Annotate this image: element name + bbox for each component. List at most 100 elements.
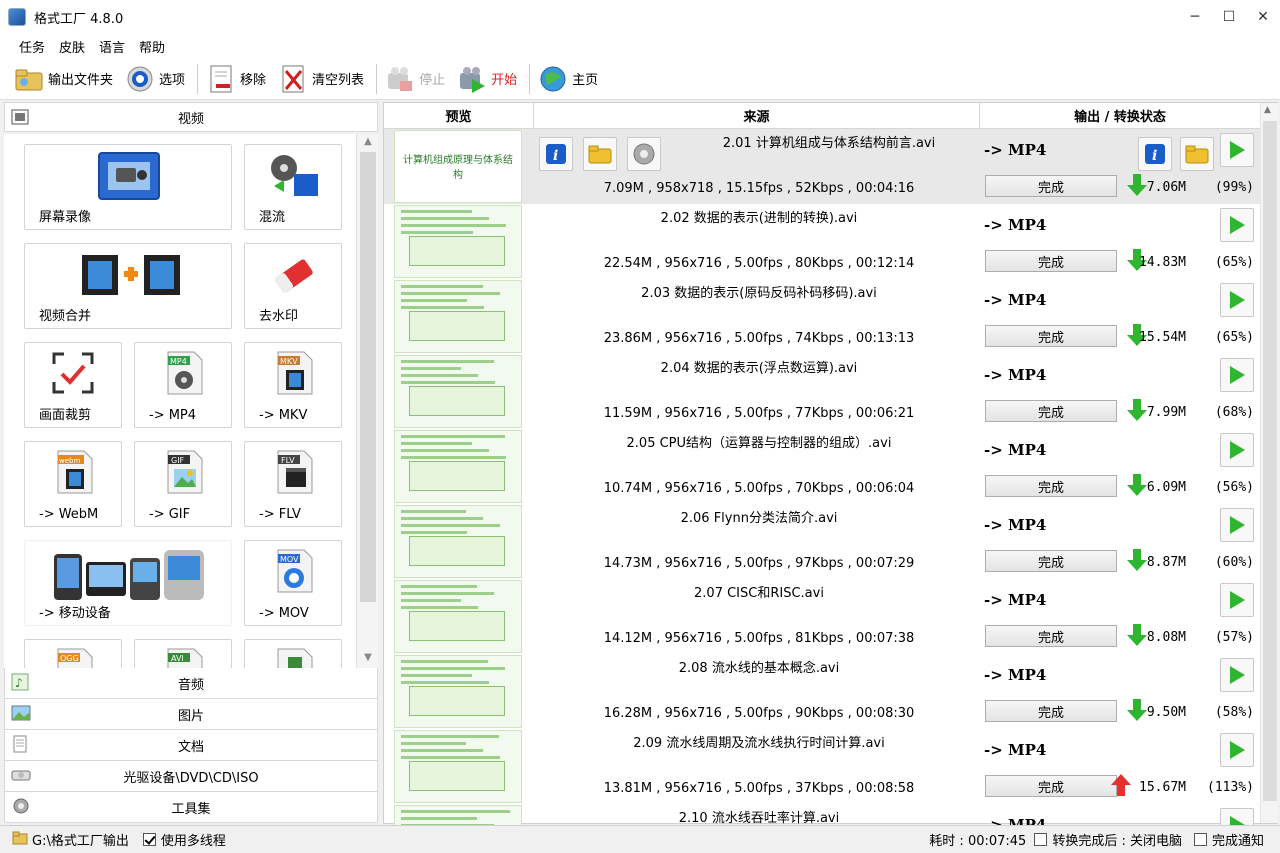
home-button[interactable]: 主页: [538, 61, 598, 97]
multithread-checkbox[interactable]: [142, 832, 161, 847]
notify-checkbox[interactable]: [1193, 832, 1212, 847]
scroll-up-arrow-icon[interactable]: ▲: [1264, 105, 1271, 115]
status-done-button[interactable]: 完成: [985, 400, 1117, 422]
scroll-up-arrow-icon[interactable]: ▲: [361, 136, 375, 150]
play-button[interactable]: [1220, 133, 1254, 167]
status-done-button[interactable]: 完成: [985, 625, 1117, 647]
tile-mobile-device[interactable]: -> 移动设备: [24, 540, 232, 626]
document-category-icon: [11, 735, 31, 755]
file-info-button[interactable]: i: [539, 137, 573, 171]
category-toolbox[interactable]: 工具集: [4, 792, 378, 823]
category-image[interactable]: 图片: [4, 699, 378, 730]
tile-to-avi[interactable]: AVI: [134, 639, 232, 668]
tile-screen-record[interactable]: 屏幕录像: [24, 144, 232, 230]
tile-to-flv[interactable]: FLV -> FLV: [244, 441, 342, 527]
play-button[interactable]: [1220, 358, 1254, 392]
size-decrease-arrow-icon: [1126, 548, 1148, 572]
output-size: 14.83M: [1139, 255, 1186, 270]
category-video-label: 视频: [177, 111, 204, 127]
output-format: -> MP4: [984, 516, 1047, 534]
compression-percent: (99%): [1214, 180, 1254, 195]
play-icon: [1230, 366, 1245, 384]
status-done-button[interactable]: 完成: [985, 250, 1117, 272]
task-row[interactable]: 2.09 流水线周期及流水线执行时间计算.avi 13.81M , 956x716…: [384, 729, 1260, 804]
task-row[interactable]: 2.04 数据的表示(浮点数运算).avi 11.59M , 956x716 , …: [384, 354, 1260, 429]
menu-help[interactable]: 帮助: [139, 37, 165, 56]
tile-to-gif[interactable]: GIF -> GIF: [134, 441, 232, 527]
play-button[interactable]: [1220, 508, 1254, 542]
play-button[interactable]: [1220, 658, 1254, 692]
tile-to-mov[interactable]: MOV -> MOV: [244, 540, 342, 626]
open-output-folder-button[interactable]: [1180, 137, 1214, 171]
compression-percent: (56%): [1214, 480, 1254, 495]
category-document[interactable]: 文档: [4, 730, 378, 761]
file-settings-button[interactable]: [627, 137, 661, 171]
menu-skin[interactable]: 皮肤: [59, 37, 85, 56]
task-row[interactable]: 2.10 流水线吞吐率计算.avi -> MP4: [384, 804, 1260, 825]
scroll-thumb[interactable]: [1263, 121, 1277, 801]
open-source-folder-button[interactable]: [583, 137, 617, 171]
info-icon: i: [546, 144, 566, 164]
folder-icon: [588, 145, 612, 164]
task-row[interactable]: 2.02 数据的表示(进制的转换).avi 22.54M , 956x716 , …: [384, 204, 1260, 279]
tile-partial-third[interactable]: [244, 639, 342, 668]
task-row[interactable]: 2.07 CISC和RISC.avi 14.12M , 956x716 , 5.0…: [384, 579, 1260, 654]
play-button[interactable]: [1220, 583, 1254, 617]
tile-to-mkv[interactable]: MKV -> MKV: [244, 342, 342, 428]
tile-mux[interactable]: 混流: [244, 144, 342, 230]
task-row[interactable]: 计算机组成原理与体系结构 i i 2.01 计算机组成与体系结构前言.avi 7.09M…: [384, 129, 1260, 204]
task-row[interactable]: 2.03 数据的表示(原码反码补码移码).avi 23.86M , 956x716…: [384, 279, 1260, 354]
category-optical-drive-label: 光驱设备\DVD\CD\ISO: [123, 770, 259, 786]
status-done-button[interactable]: 完成: [985, 325, 1117, 347]
play-button[interactable]: [1220, 433, 1254, 467]
stop-button[interactable]: 停止: [385, 61, 445, 97]
play-button[interactable]: [1220, 283, 1254, 317]
status-done-button[interactable]: 完成: [985, 175, 1117, 197]
size-decrease-arrow-icon: [1126, 173, 1148, 197]
tile-to-gif-label: -> GIF: [149, 507, 191, 522]
output-info-button[interactable]: i: [1138, 137, 1172, 171]
column-preview[interactable]: 预览: [384, 103, 534, 128]
maximize-button[interactable]: ☐: [1212, 0, 1246, 34]
remove-button[interactable]: 移除: [206, 61, 266, 97]
task-row[interactable]: 2.08 流水线的基本概念.avi 16.28M , 956x716 , 5.00…: [384, 654, 1260, 729]
minimize-button[interactable]: ─: [1178, 0, 1212, 34]
tools-scrollbar[interactable]: ▲ ▼: [356, 134, 378, 668]
options-button[interactable]: 选项: [125, 61, 185, 97]
play-button[interactable]: [1220, 733, 1254, 767]
task-list-scrollbar[interactable]: ▲: [1260, 103, 1278, 823]
tile-to-mp4[interactable]: MP4 -> MP4: [134, 342, 232, 428]
elapsed-time: 耗时 : 00:07:45: [929, 834, 1027, 849]
output-format: -> MP4: [984, 141, 1047, 159]
close-button[interactable]: ✕: [1246, 0, 1280, 34]
column-source[interactable]: 来源: [534, 103, 980, 128]
scroll-down-arrow-icon[interactable]: ▼: [361, 652, 375, 666]
output-folder-button[interactable]: 输出文件夹: [14, 61, 113, 97]
column-status[interactable]: 输出 / 转换状态: [980, 103, 1260, 128]
start-button[interactable]: 开始: [457, 61, 517, 97]
status-done-button[interactable]: 完成: [985, 550, 1117, 572]
tile-remove-watermark[interactable]: 去水印: [244, 243, 342, 329]
shutdown-checkbox[interactable]: [1034, 832, 1052, 847]
category-image-label: 图片: [177, 708, 204, 724]
tile-crop[interactable]: 画面裁剪: [24, 342, 122, 428]
tile-video-merge[interactable]: 视频合并: [24, 243, 232, 329]
tile-to-ogg[interactable]: OGG: [24, 639, 122, 668]
tile-to-webm[interactable]: webm -> WebM: [24, 441, 122, 527]
category-optical-drive[interactable]: 光驱设备\DVD\CD\ISO: [4, 761, 378, 792]
category-video[interactable]: 视频: [4, 102, 378, 132]
task-row[interactable]: 2.05 CPU结构（运算器与控制器的组成）.avi 10.74M , 956x7…: [384, 429, 1260, 504]
output-path[interactable]: G:\格式工厂输出: [32, 830, 129, 849]
status-done-button[interactable]: 完成: [985, 775, 1117, 797]
status-done-button[interactable]: 完成: [985, 700, 1117, 722]
menu-task[interactable]: 任务: [19, 37, 45, 56]
output-size: 15.67M: [1139, 780, 1186, 795]
category-audio[interactable]: ♪ 音频: [4, 668, 378, 699]
play-button[interactable]: [1220, 208, 1254, 242]
play-button[interactable]: [1220, 808, 1254, 825]
menu-language[interactable]: 语言: [99, 37, 125, 56]
task-row[interactable]: 2.06 Flynn分类法简介.avi 14.73M , 956x716 , 5.…: [384, 504, 1260, 579]
clear-list-button[interactable]: 清空列表: [278, 61, 364, 97]
scroll-thumb[interactable]: [360, 152, 376, 602]
status-done-button[interactable]: 完成: [985, 475, 1117, 497]
